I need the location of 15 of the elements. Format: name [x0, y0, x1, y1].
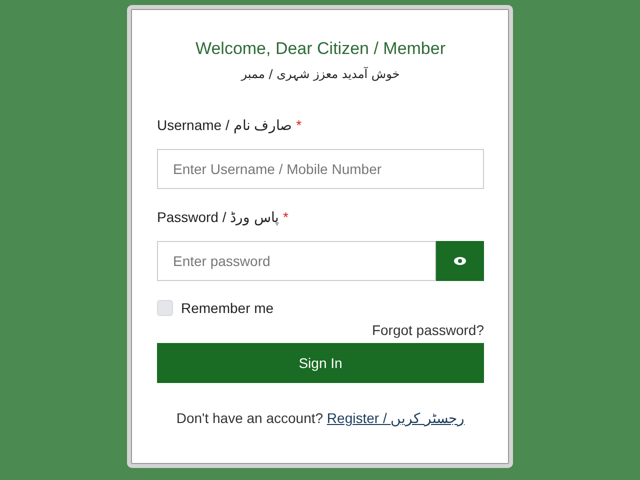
welcome-title: Welcome, Dear Citizen / Member [194, 39, 447, 59]
remember-label: Remember me [181, 300, 274, 316]
password-label: Password / پاس ورڈ [157, 209, 280, 225]
remember-checkbox[interactable] [157, 300, 173, 316]
forgot-password-link[interactable]: Forgot password? [372, 322, 484, 338]
password-field[interactable]: Enter password [157, 241, 436, 281]
urdu-subtitle: خوش آمدید معزز شہری / ممبر [240, 67, 401, 81]
username-field[interactable]: Enter Username / Mobile Number [157, 149, 484, 189]
show-password-button[interactable] [436, 241, 484, 281]
username-label: Username / صارف نام [157, 117, 292, 133]
sign-in-button[interactable]: Sign In [157, 343, 484, 383]
eye-icon [453, 256, 467, 266]
required-mark: * [296, 117, 302, 133]
required-mark: * [283, 209, 288, 225]
register-link[interactable]: Register / رجسٹر کریں [326, 410, 465, 426]
